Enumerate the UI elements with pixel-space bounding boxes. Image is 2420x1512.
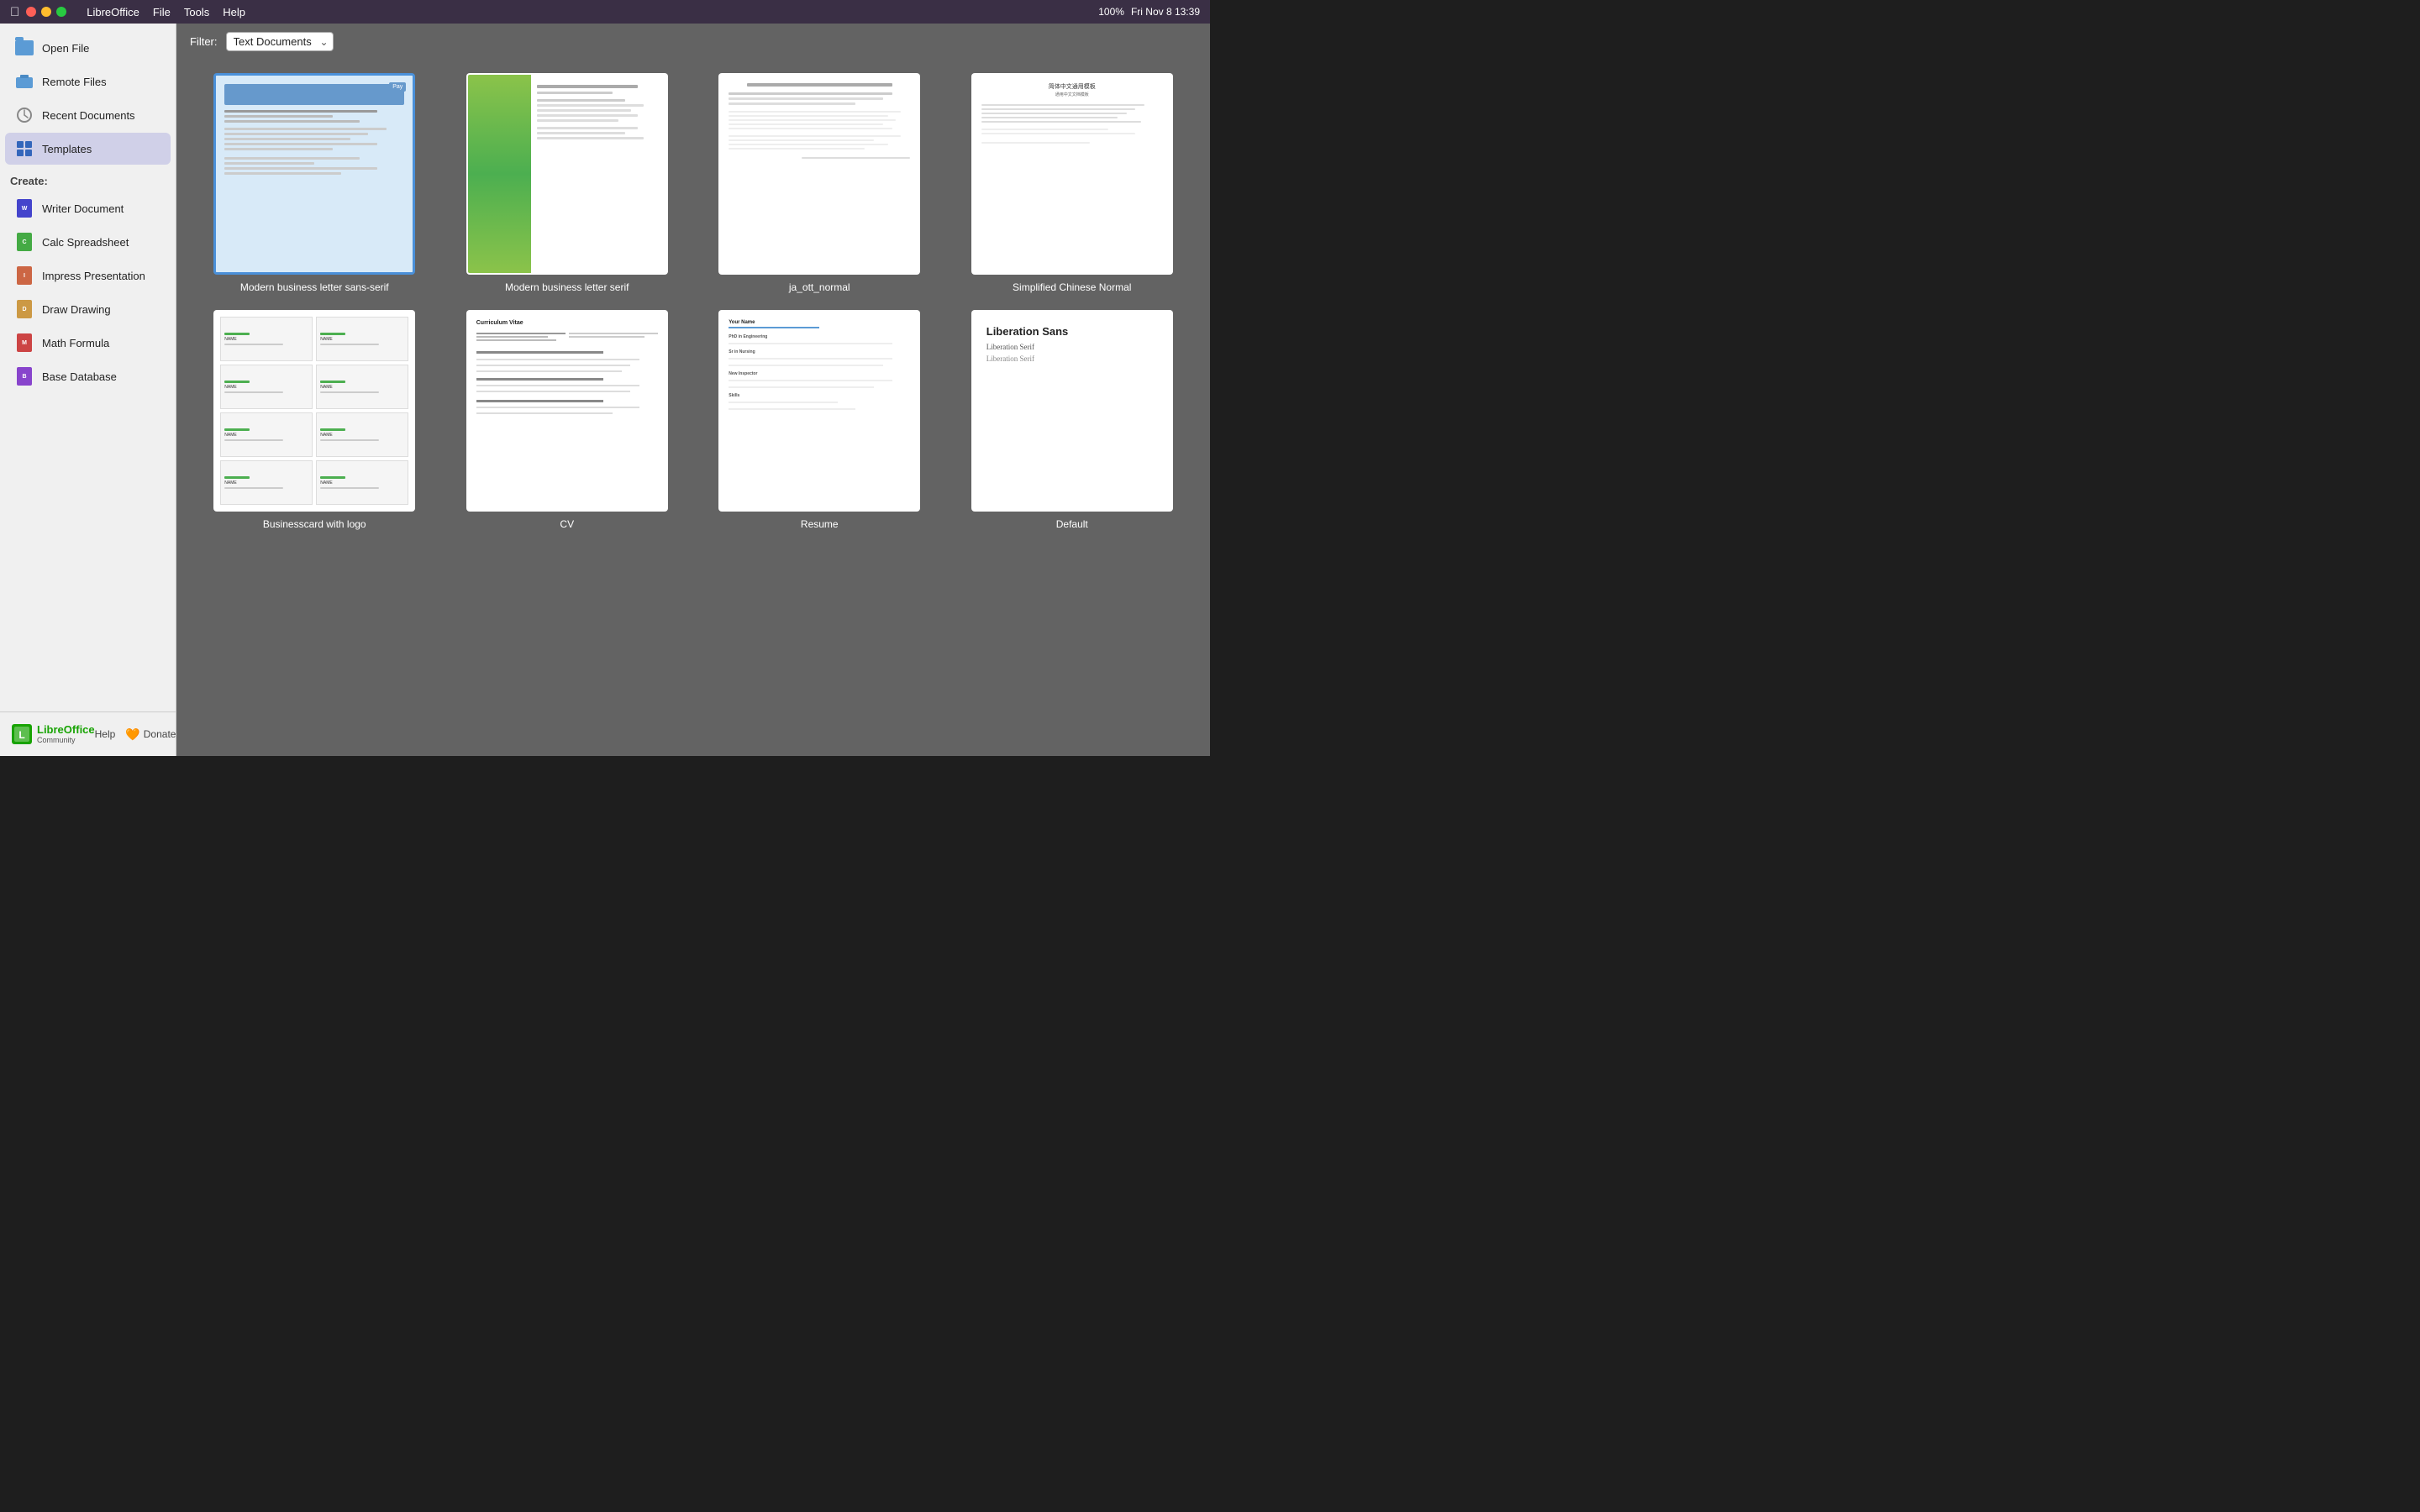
impress-icon: I xyxy=(15,266,34,285)
template-grid: Pay Modern busin xyxy=(176,60,1210,756)
template-name-modern-serif: Modern business letter serif xyxy=(505,281,629,293)
open-file-label: Open File xyxy=(42,42,89,55)
base-icon: B xyxy=(15,367,34,386)
folder-icon xyxy=(15,39,34,57)
sidebar-item-open-file[interactable]: Open File xyxy=(5,32,171,64)
draw-label: Draw Drawing xyxy=(42,303,111,316)
lo-community: Community xyxy=(37,736,95,745)
filter-select-wrapper[interactable]: All Templates Text Documents Spreadsheet… xyxy=(226,32,334,51)
template-thumb-modern-serif xyxy=(466,73,668,275)
menu-tools[interactable]: Tools xyxy=(184,6,209,18)
lo-text: LibreOffice Community xyxy=(37,723,95,745)
donate-label: Donate xyxy=(144,728,176,740)
close-button[interactable] xyxy=(26,7,36,17)
template-thumb-default: Liberation Sans Liberation Serif Liberat… xyxy=(971,310,1173,512)
libreoffice-logo: L LibreOffice Community xyxy=(10,722,95,746)
template-thumb-ja-ott xyxy=(718,73,920,275)
draw-icon: D xyxy=(15,300,34,318)
recent-docs-label: Recent Documents xyxy=(42,109,135,122)
template-card-cv[interactable]: Curriculum Vitae xyxy=(450,310,686,530)
lo-brand-name: LibreOffice xyxy=(37,723,95,737)
lo-logo-icon: L xyxy=(10,722,34,746)
main-container: Open File Remote Files xyxy=(0,24,1210,756)
apple-logo-icon:  xyxy=(10,5,19,19)
datetime: Fri Nov 8 13:39 xyxy=(1131,6,1200,18)
titlebar-left:  LibreOffice File Tools Help xyxy=(10,5,245,19)
template-thumb-cv: Curriculum Vitae xyxy=(466,310,668,512)
maximize-button[interactable] xyxy=(56,7,66,17)
minimize-button[interactable] xyxy=(41,7,51,17)
sidebar-item-impress[interactable]: I Impress Presentation xyxy=(5,260,171,291)
sidebar-item-remote-files[interactable]: Remote Files xyxy=(5,66,171,97)
svg-text:L: L xyxy=(18,729,24,741)
titlebar-menu: LibreOffice File Tools Help xyxy=(87,6,245,18)
base-label: Base Database xyxy=(42,370,117,383)
create-section-label: Create: xyxy=(0,166,176,191)
template-name-modern-sans: Modern business letter sans-serif xyxy=(240,281,389,293)
menu-file[interactable]: File xyxy=(153,6,171,18)
calc-label: Calc Spreadsheet xyxy=(42,236,129,249)
sidebar-item-recent-documents[interactable]: Recent Documents xyxy=(5,99,171,131)
titlebar:  LibreOffice File Tools Help 100% Fri N… xyxy=(0,0,1210,24)
donate-button[interactable]: 🧡 Donate xyxy=(125,727,176,742)
lo-office: Office xyxy=(64,723,95,736)
template-name-resume: Resume xyxy=(801,518,839,530)
math-icon: M xyxy=(15,333,34,352)
template-thumb-resume: Your Name PhD in Engineering Sr in Nursi… xyxy=(718,310,920,512)
titlebar-right: 100% Fri Nov 8 13:39 xyxy=(1098,6,1200,18)
filter-bar: Filter: All Templates Text Documents Spr… xyxy=(176,24,1210,60)
sidebar-nav: Open File Remote Files xyxy=(0,24,176,711)
content-area: Filter: All Templates Text Documents Spr… xyxy=(176,24,1210,756)
template-name-bizcard: Businesscard with logo xyxy=(263,518,366,530)
lo-libre: Libre xyxy=(37,723,64,736)
calc-icon: C xyxy=(15,233,34,251)
battery-level: 100% xyxy=(1098,6,1124,18)
grid-icon xyxy=(15,139,34,158)
heart-icon: 🧡 xyxy=(125,727,139,742)
template-thumb-bizcard: NAME NAME NAME xyxy=(213,310,415,512)
template-card-modern-sans[interactable]: Pay Modern busin xyxy=(197,73,433,293)
template-name-cv: CV xyxy=(560,518,574,530)
traffic-lights xyxy=(26,7,66,17)
clock-icon xyxy=(15,106,34,124)
template-name-default: Default xyxy=(1056,518,1088,530)
template-card-bizcard[interactable]: NAME NAME NAME xyxy=(197,310,433,530)
template-card-resume[interactable]: Your Name PhD in Engineering Sr in Nursi… xyxy=(702,310,938,530)
templates-label: Templates xyxy=(42,143,92,155)
menu-help[interactable]: Help xyxy=(223,6,245,18)
template-card-simplified-chinese[interactable]: 简体中文通用模板 通用中文文档模板 Simplified Chinese Nor… xyxy=(955,73,1191,293)
remote-files-label: Remote Files xyxy=(42,76,107,88)
template-thumb-simplified-chinese: 简体中文通用模板 通用中文文档模板 xyxy=(971,73,1173,275)
writer-label: Writer Document xyxy=(42,202,124,215)
app-name: LibreOffice xyxy=(87,6,139,18)
sidebar-item-math[interactable]: M Math Formula xyxy=(5,327,171,359)
template-name-ja-ott: ja_ott_normal xyxy=(789,281,850,293)
filter-select[interactable]: All Templates Text Documents Spreadsheet… xyxy=(226,32,334,51)
help-button[interactable]: Help xyxy=(95,728,116,740)
sidebar: Open File Remote Files xyxy=(0,24,176,756)
template-thumb-modern-sans: Pay xyxy=(213,73,415,275)
sidebar-item-templates[interactable]: Templates xyxy=(5,133,171,165)
template-card-default[interactable]: Liberation Sans Liberation Serif Liberat… xyxy=(955,310,1191,530)
help-donate-area: Help 🧡 Donate xyxy=(95,727,176,742)
sidebar-item-draw[interactable]: D Draw Drawing xyxy=(5,293,171,325)
template-card-modern-serif[interactable]: Modern business letter serif xyxy=(450,73,686,293)
impress-label: Impress Presentation xyxy=(42,270,145,282)
filter-label: Filter: xyxy=(190,35,218,48)
sidebar-item-base[interactable]: B Base Database xyxy=(5,360,171,392)
sidebar-item-writer[interactable]: W Writer Document xyxy=(5,192,171,224)
math-label: Math Formula xyxy=(42,337,109,349)
sidebar-footer: L LibreOffice Community Help 🧡 Donate xyxy=(0,711,176,756)
template-name-simplified-chinese: Simplified Chinese Normal xyxy=(1013,281,1131,293)
remote-icon xyxy=(15,72,34,91)
template-card-ja-ott[interactable]: ja_ott_normal xyxy=(702,73,938,293)
sidebar-item-calc[interactable]: C Calc Spreadsheet xyxy=(5,226,171,258)
writer-icon: W xyxy=(15,199,34,218)
